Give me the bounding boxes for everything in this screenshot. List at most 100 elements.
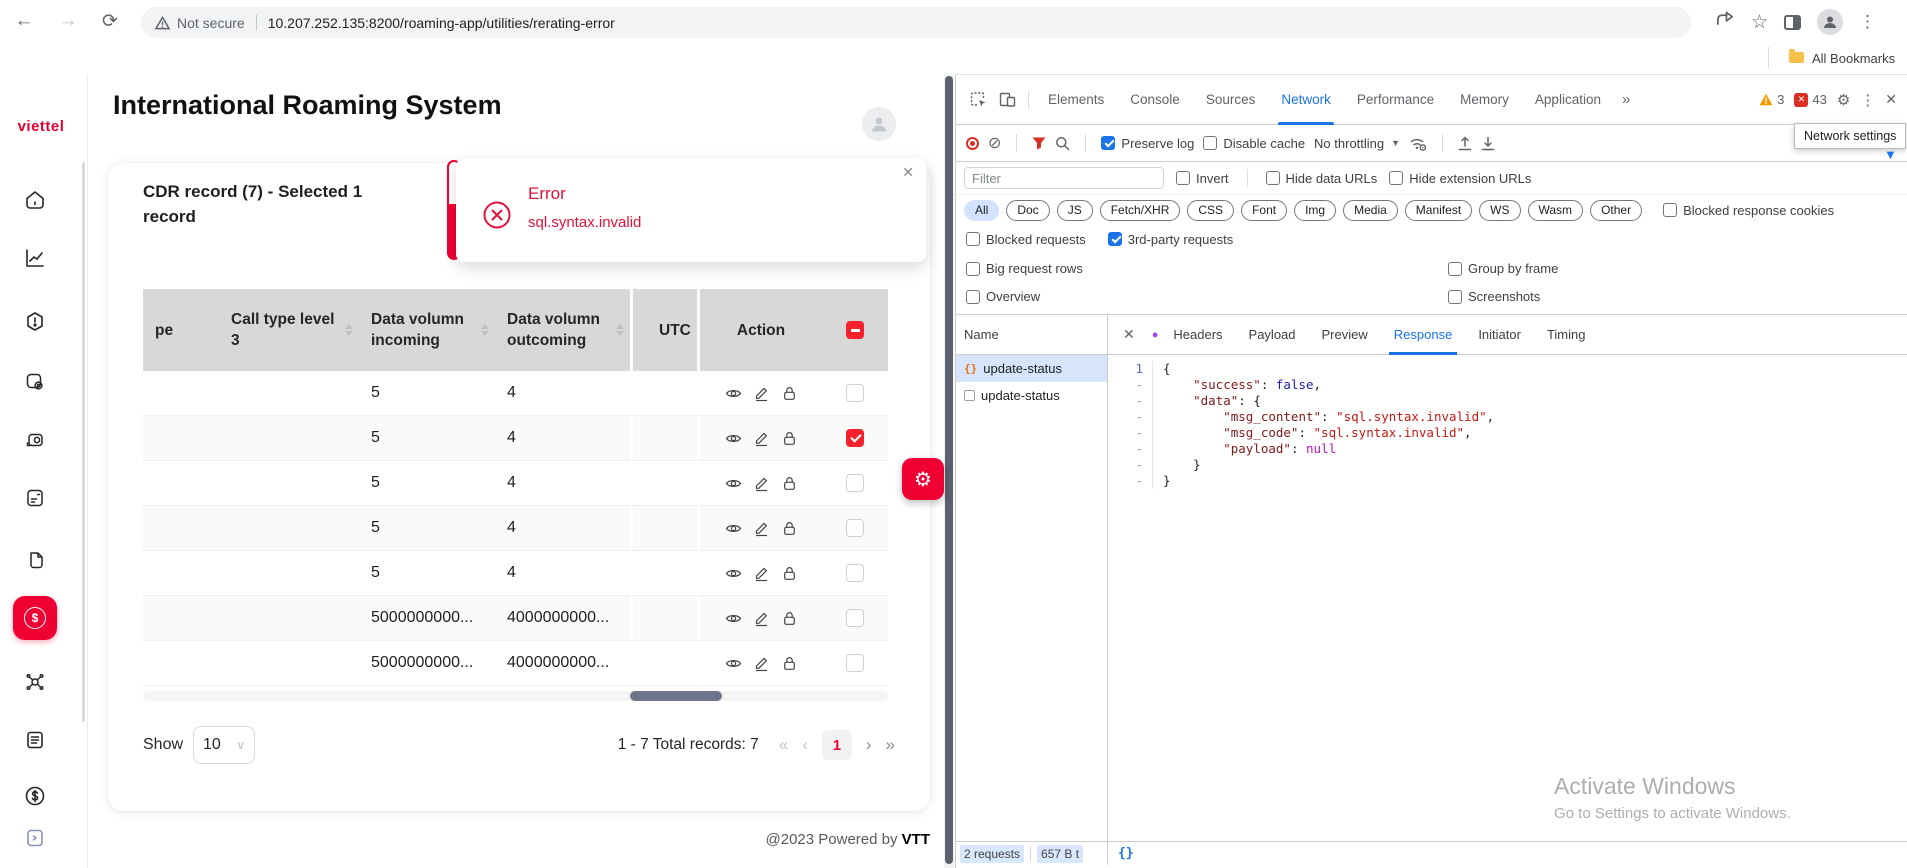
lock-icon[interactable] (781, 520, 798, 537)
all-bookmarks-label[interactable]: All Bookmarks (1812, 51, 1895, 66)
hide-extension-urls-checkbox[interactable]: Hide extension URLs (1389, 171, 1531, 186)
chip-settings-icon[interactable] (23, 370, 47, 394)
edit-icon[interactable] (753, 385, 770, 402)
filter-pill-js[interactable]: JS (1057, 200, 1093, 221)
tab-response[interactable]: Response (1381, 315, 1466, 355)
filter-pill-ws[interactable]: WS (1479, 200, 1520, 221)
sort-icons[interactable] (481, 324, 489, 336)
filter-pill-img[interactable]: Img (1294, 200, 1336, 221)
col-header-select-all[interactable] (822, 289, 888, 371)
lock-icon[interactable] (781, 385, 798, 402)
invert-checkbox[interactable]: Invert (1176, 171, 1229, 186)
name-column-header[interactable]: Name (956, 315, 1107, 355)
network-nodes-icon[interactable] (23, 670, 47, 694)
devtools-settings-icon[interactable]: ⚙ (1837, 91, 1850, 109)
filter-pill-media[interactable]: Media (1343, 200, 1398, 221)
row-checkbox[interactable] (846, 474, 864, 492)
response-body[interactable]: 1{ - "success": false, - "data": { - "ms… (1108, 355, 1907, 489)
forward-icon[interactable]: → (56, 10, 80, 32)
clear-network-icon[interactable]: ⊘ (988, 133, 1001, 153)
alert-hexagon-icon[interactable] (23, 310, 47, 334)
preserve-log-checkbox[interactable]: Preserve log (1101, 136, 1194, 151)
not-secure-icon[interactable] (155, 16, 170, 30)
hide-data-urls-checkbox[interactable]: Hide data URLs (1266, 171, 1378, 186)
share-icon[interactable] (1716, 11, 1735, 34)
filter-pill-wasm[interactable]: Wasm (1528, 200, 1584, 221)
network-conditions-icon[interactable] (1409, 136, 1427, 151)
user-avatar[interactable] (862, 107, 896, 141)
select-all-checkbox[interactable] (846, 321, 864, 339)
filter-pill-font[interactable]: Font (1241, 200, 1287, 221)
last-page-button[interactable]: » (886, 735, 895, 755)
row-checkbox[interactable] (846, 564, 864, 582)
bookmark-star-icon[interactable]: ☆ (1751, 11, 1768, 34)
row-checkbox[interactable] (846, 654, 864, 672)
edit-icon[interactable] (753, 565, 770, 582)
col-header-data-outcoming[interactable]: Data volumn outcoming (495, 289, 630, 371)
request-row[interactable]: update-status (956, 382, 1107, 409)
page-scrollbar[interactable] (944, 74, 954, 868)
tab-application[interactable]: Application (1522, 75, 1614, 125)
col-header-data-incoming[interactable]: Data volumn incoming (359, 289, 495, 371)
files-icon[interactable] (23, 548, 47, 572)
col-header-call-type-level3[interactable]: Call type level 3 (219, 289, 359, 371)
finance-dollar-icon[interactable] (23, 784, 47, 808)
network-filter-input[interactable] (964, 167, 1164, 189)
filter-funnel-icon[interactable] (1032, 137, 1046, 150)
next-page-button[interactable]: › (866, 735, 872, 755)
inspect-element-icon[interactable] (970, 91, 987, 108)
report-clock-icon[interactable] (23, 486, 47, 510)
row-checkbox[interactable] (846, 609, 864, 627)
view-icon[interactable] (725, 565, 742, 582)
tab-elements[interactable]: Elements (1035, 75, 1117, 125)
errors-badge[interactable]: ✕ 43 (1794, 92, 1826, 107)
response-scrollbar[interactable] (1898, 359, 1906, 829)
camera-sync-icon[interactable] (23, 428, 47, 452)
document-icon[interactable] (23, 728, 47, 752)
terminal-icon[interactable] (23, 826, 47, 850)
tab-preview[interactable]: Preview (1309, 315, 1381, 355)
close-detail-icon[interactable]: ✕ (1114, 326, 1144, 343)
search-icon[interactable] (1055, 136, 1070, 151)
edit-icon[interactable] (753, 520, 770, 537)
first-page-button[interactable]: « (779, 735, 788, 755)
back-icon[interactable]: ← (12, 10, 36, 32)
request-row-selected[interactable]: {} update-status (956, 355, 1107, 382)
tab-network[interactable]: Network (1268, 75, 1344, 125)
hscroll-thumb[interactable] (630, 691, 722, 701)
throttling-select[interactable]: No throttling▼ (1314, 136, 1400, 151)
filter-pill-doc[interactable]: Doc (1006, 200, 1049, 221)
export-har-icon[interactable] (1481, 136, 1495, 151)
overview-checkbox[interactable]: Overview (966, 289, 1040, 304)
tab-performance[interactable]: Performance (1344, 75, 1447, 125)
tab-initiator[interactable]: Initiator (1465, 315, 1534, 355)
address-bar[interactable]: Not secure 10.207.252.135:8200/roaming-a… (141, 7, 1691, 38)
lock-icon[interactable] (781, 475, 798, 492)
import-har-icon[interactable] (1458, 136, 1472, 151)
row-checkbox[interactable] (846, 384, 864, 402)
current-page-button[interactable]: 1 (822, 730, 852, 760)
reload-icon[interactable]: ⟳ (98, 10, 122, 33)
tab-sources[interactable]: Sources (1193, 75, 1269, 125)
blocked-response-cookies-checkbox[interactable]: Blocked response cookies (1663, 203, 1834, 218)
filter-pill-fetch-xhr[interactable]: Fetch/XHR (1100, 200, 1181, 221)
prev-page-button[interactable]: ‹ (802, 735, 808, 755)
group-by-frame-checkbox[interactable]: Group by frame (1448, 261, 1558, 276)
edit-icon[interactable] (753, 655, 770, 672)
page-scroll-thumb[interactable] (945, 76, 953, 864)
settings-fab-button[interactable]: ⚙ (902, 458, 944, 500)
edit-icon[interactable] (753, 430, 770, 447)
sort-icons[interactable] (616, 324, 624, 336)
filter-pill-css[interactable]: CSS (1187, 200, 1234, 221)
filter-pill-manifest[interactable]: Manifest (1405, 200, 1472, 221)
filter-pill-other[interactable]: Other (1590, 200, 1642, 221)
browser-menu-icon[interactable]: ⋮ (1859, 12, 1876, 32)
devtools-menu-icon[interactable]: ⋮ (1860, 91, 1875, 109)
warnings-badge[interactable]: 3 (1759, 92, 1784, 107)
table-horizontal-scrollbar[interactable] (143, 691, 888, 701)
home-icon[interactable] (23, 188, 47, 212)
scroll-caret-icon[interactable]: ▼ (1884, 147, 1897, 162)
tab-headers[interactable]: Headers (1160, 315, 1235, 355)
billing-active-item[interactable]: $ (13, 596, 57, 640)
edit-icon[interactable] (753, 475, 770, 492)
